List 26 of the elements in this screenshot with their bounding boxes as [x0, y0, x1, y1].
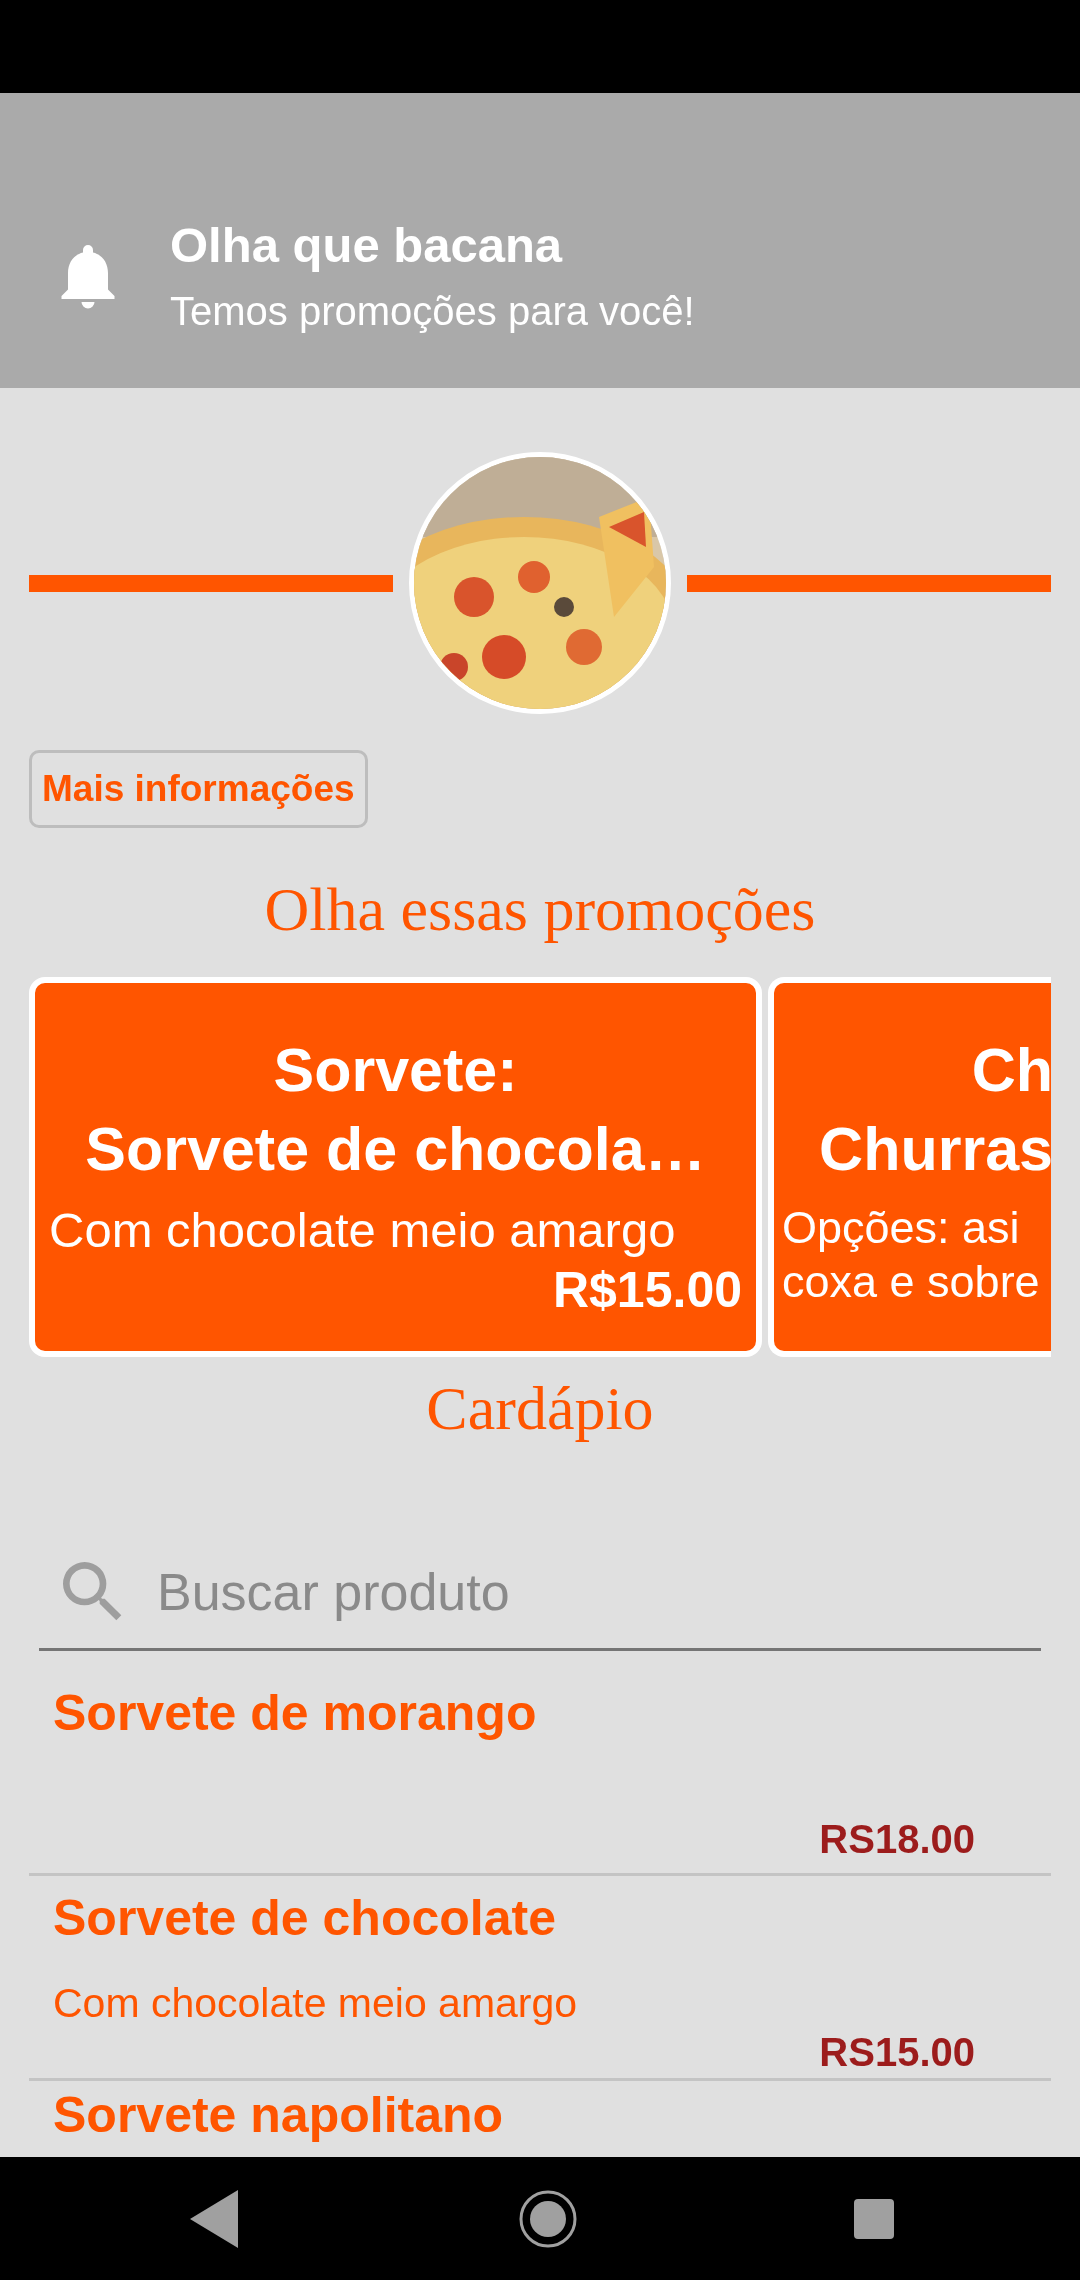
menu-item[interactable]: Sorvete napolitano: [29, 2081, 1051, 2149]
search-field[interactable]: Buscar produto: [155, 1551, 1041, 1632]
item-name: Sorvete de chocolate: [53, 1889, 557, 1949]
promo-title: Sorvete:: [272, 1034, 519, 1106]
promo-description: coxa e sobre: [782, 1255, 1041, 1310]
item-description: Com chocolate meio amargo: [53, 1979, 579, 2029]
promo-description: Opções: asi: [782, 1201, 1021, 1256]
notification-banner[interactable]: Olha que bacana Temos promoções para você!: [0, 93, 1080, 388]
item-name: Sorvete de morango: [53, 1684, 538, 1744]
promo-card[interactable]: Sorvete: Sorvete de chocola… Com chocolate meio amargo R$15.00: [29, 976, 762, 1357]
notification-text: Temos promoções para você!: [170, 287, 695, 335]
promo-card[interactable]: Ch Churras Opções: asi coxa e sobre: [768, 976, 1051, 1357]
item-price: RS18.00: [818, 1816, 975, 1864]
promo-title: Churras: [818, 1114, 1051, 1186]
item-name: Sorvete napolitano: [53, 2086, 505, 2146]
promo-title: Ch: [970, 1034, 1051, 1106]
promo-title: Sorvete de chocola…: [84, 1114, 707, 1186]
section-heading: Cardápio: [425, 1372, 655, 1444]
promo-price: R$15.00: [551, 1261, 742, 1321]
notification-title: Olha que bacana: [170, 217, 564, 275]
item-price: RS15.00: [818, 2029, 975, 2077]
info-button[interactable]: Mais informações: [29, 750, 368, 829]
menu-item[interactable]: Sorvete de morango RS18.00: [29, 1671, 1051, 1877]
promo-description: Com chocolate meio amargo: [49, 1202, 677, 1260]
section-heading: Olha essas promoções: [263, 874, 817, 946]
menu-item[interactable]: Sorvete de chocolate Com chocolate meio amargo RS15.00: [29, 1876, 1051, 2082]
